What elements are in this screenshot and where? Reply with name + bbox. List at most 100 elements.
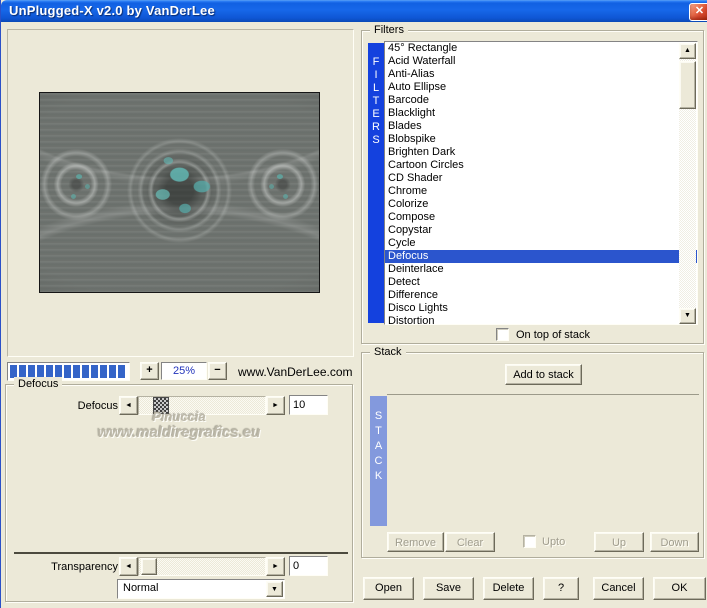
cancel-button[interactable]: Cancel [593, 577, 644, 600]
minus-icon: − [214, 364, 221, 376]
filter-item-difference[interactable]: Difference [385, 289, 697, 302]
blend-mode-dropdown[interactable]: Normal ▼ [117, 579, 285, 599]
vertical-letter: S [374, 410, 383, 422]
filter-item-blades[interactable]: Blades [385, 120, 697, 133]
upto-checkbox[interactable] [523, 535, 536, 548]
transparency-slider-right-button[interactable]: ► [266, 557, 285, 576]
arrow-left-icon: ◄ [125, 402, 132, 409]
filters-list[interactable]: 45° Rectangle Acid Waterfall Anti-Alias Aut… [384, 41, 698, 325]
open-label: Open [375, 582, 402, 594]
zoom-in-button[interactable]: + [140, 362, 159, 380]
filter-item-brighten-dark[interactable]: Brighten Dark [385, 146, 697, 159]
vertical-letter: A [374, 440, 383, 452]
watermark-author: Pinuccia [152, 409, 206, 424]
open-button[interactable]: Open [363, 577, 414, 600]
filters-list-items: 45° Rectangle Acid Waterfall Anti-Alias Aut… [385, 42, 697, 324]
filter-item-deinterlace[interactable]: Deinterlace [385, 263, 697, 276]
vertical-letter: F [372, 56, 380, 68]
progress-segment [100, 365, 107, 378]
vertical-letter: K [374, 470, 383, 482]
transparency-slider-left-button[interactable]: ◄ [119, 557, 138, 576]
filter-item-distortion[interactable]: Distortion [385, 315, 697, 324]
add-to-stack-button[interactable]: Add to stack [505, 364, 582, 385]
filter-item-disco-lights[interactable]: Disco Lights [385, 302, 697, 315]
preview-image[interactable] [39, 92, 320, 293]
zoom-level-display: 25% [161, 362, 207, 380]
vertical-letter: S [372, 134, 380, 146]
transparency-slider-label: Transparency [51, 561, 118, 573]
title-bar[interactable]: UnPlugged-X v2.0 by VanDerLee [1, 0, 707, 22]
help-label: ? [557, 582, 565, 594]
transparency-slider-thumb[interactable] [141, 558, 157, 575]
stack-group: Stack Add to stack STACK Remove Clear Up… [361, 345, 704, 558]
zoom-out-button[interactable]: − [208, 362, 227, 380]
progress-segment [82, 365, 89, 378]
progress-segment [109, 365, 116, 378]
delete-button[interactable]: Delete [483, 577, 534, 600]
arrow-right-icon: ► [272, 563, 279, 570]
ok-label: OK [671, 582, 688, 594]
up-button[interactable]: Up [594, 532, 644, 552]
save-label: Save [435, 582, 462, 594]
progress-segment [73, 365, 80, 378]
filter-item-barcode[interactable]: Barcode [385, 94, 697, 107]
filter-item-chrome[interactable]: Chrome [385, 185, 697, 198]
filters-group-label: Filters [370, 23, 408, 37]
clear-button[interactable]: Clear [445, 532, 495, 552]
scroll-down-button[interactable]: ▼ [679, 308, 696, 324]
vertical-letter: R [372, 121, 380, 133]
on-top-of-stack-label: On top of stack [516, 329, 590, 341]
filter-item-blacklight[interactable]: Blacklight [385, 107, 697, 120]
scroll-up-icon: ▲ [684, 47, 691, 54]
arrow-right-icon: ► [272, 402, 279, 409]
delete-label: Delete [492, 582, 525, 594]
stack-vertical-label: STACK [370, 396, 387, 526]
filter-item-45-rectangle[interactable]: 45° Rectangle [385, 42, 697, 55]
stack-group-label: Stack [370, 345, 406, 359]
remove-button[interactable]: Remove [387, 532, 444, 552]
defocus-group-label: Defocus [14, 377, 63, 391]
vertical-letter: I [374, 69, 378, 81]
clear-label: Clear [456, 537, 484, 549]
unplugged-x-dialog: UnPlugged-X v2.0 by VanDerLee ✕ + 25% − … [0, 0, 707, 608]
filter-item-colorize[interactable]: Colorize [385, 198, 697, 211]
transparency-value-input[interactable] [289, 556, 328, 576]
filter-item-auto-ellipse[interactable]: Auto Ellipse [385, 81, 697, 94]
on-top-of-stack-checkbox[interactable] [496, 328, 509, 341]
close-button[interactable]: ✕ [689, 3, 707, 21]
transparency-slider-track[interactable] [138, 557, 266, 576]
stack-list[interactable] [387, 394, 699, 526]
filter-item-blobspike[interactable]: Blobspike [385, 133, 697, 146]
filter-item-acid-waterfall[interactable]: Acid Waterfall [385, 55, 697, 68]
preview-panel [7, 29, 354, 357]
progress-segment [64, 365, 71, 378]
chevron-down-icon: ▼ [271, 586, 278, 593]
filter-item-anti-alias[interactable]: Anti-Alias [385, 68, 697, 81]
down-label: Down [660, 537, 689, 549]
vertical-letter: E [372, 108, 380, 120]
scroll-down-icon: ▼ [684, 312, 691, 319]
down-button[interactable]: Down [650, 532, 699, 552]
filter-item-copystar[interactable]: Copystar [385, 224, 697, 237]
filters-group: Filters FILTERS 45° Rectangle Acid Waterf… [361, 23, 704, 344]
vertical-letter: L [372, 82, 380, 94]
filter-item-cycle[interactable]: Cycle [385, 237, 697, 250]
controls-divider [14, 552, 348, 554]
up-label: Up [611, 537, 627, 549]
save-button[interactable]: Save [423, 577, 474, 600]
scroll-up-button[interactable]: ▲ [679, 43, 696, 59]
filter-item-cartoon-circles[interactable]: Cartoon Circles [385, 159, 697, 172]
arrow-left-icon: ◄ [125, 563, 132, 570]
filter-item-cd-shader[interactable]: CD Shader [385, 172, 697, 185]
ok-button[interactable]: OK [653, 577, 706, 600]
add-to-stack-label: Add to stack [513, 369, 574, 381]
vendor-website-label: www.VanDerLee.com [238, 365, 353, 379]
scrollbar-thumb[interactable] [679, 61, 696, 109]
blend-mode-dropdown-button[interactable]: ▼ [266, 581, 283, 597]
filter-item-compose[interactable]: Compose [385, 211, 697, 224]
filters-scrollbar[interactable]: ▲ ▼ [679, 43, 696, 324]
filter-item-defocus[interactable]: Defocus [385, 250, 697, 263]
progress-segment [118, 365, 125, 378]
filter-item-detect[interactable]: Detect [385, 276, 697, 289]
help-button[interactable]: ? [543, 577, 579, 600]
